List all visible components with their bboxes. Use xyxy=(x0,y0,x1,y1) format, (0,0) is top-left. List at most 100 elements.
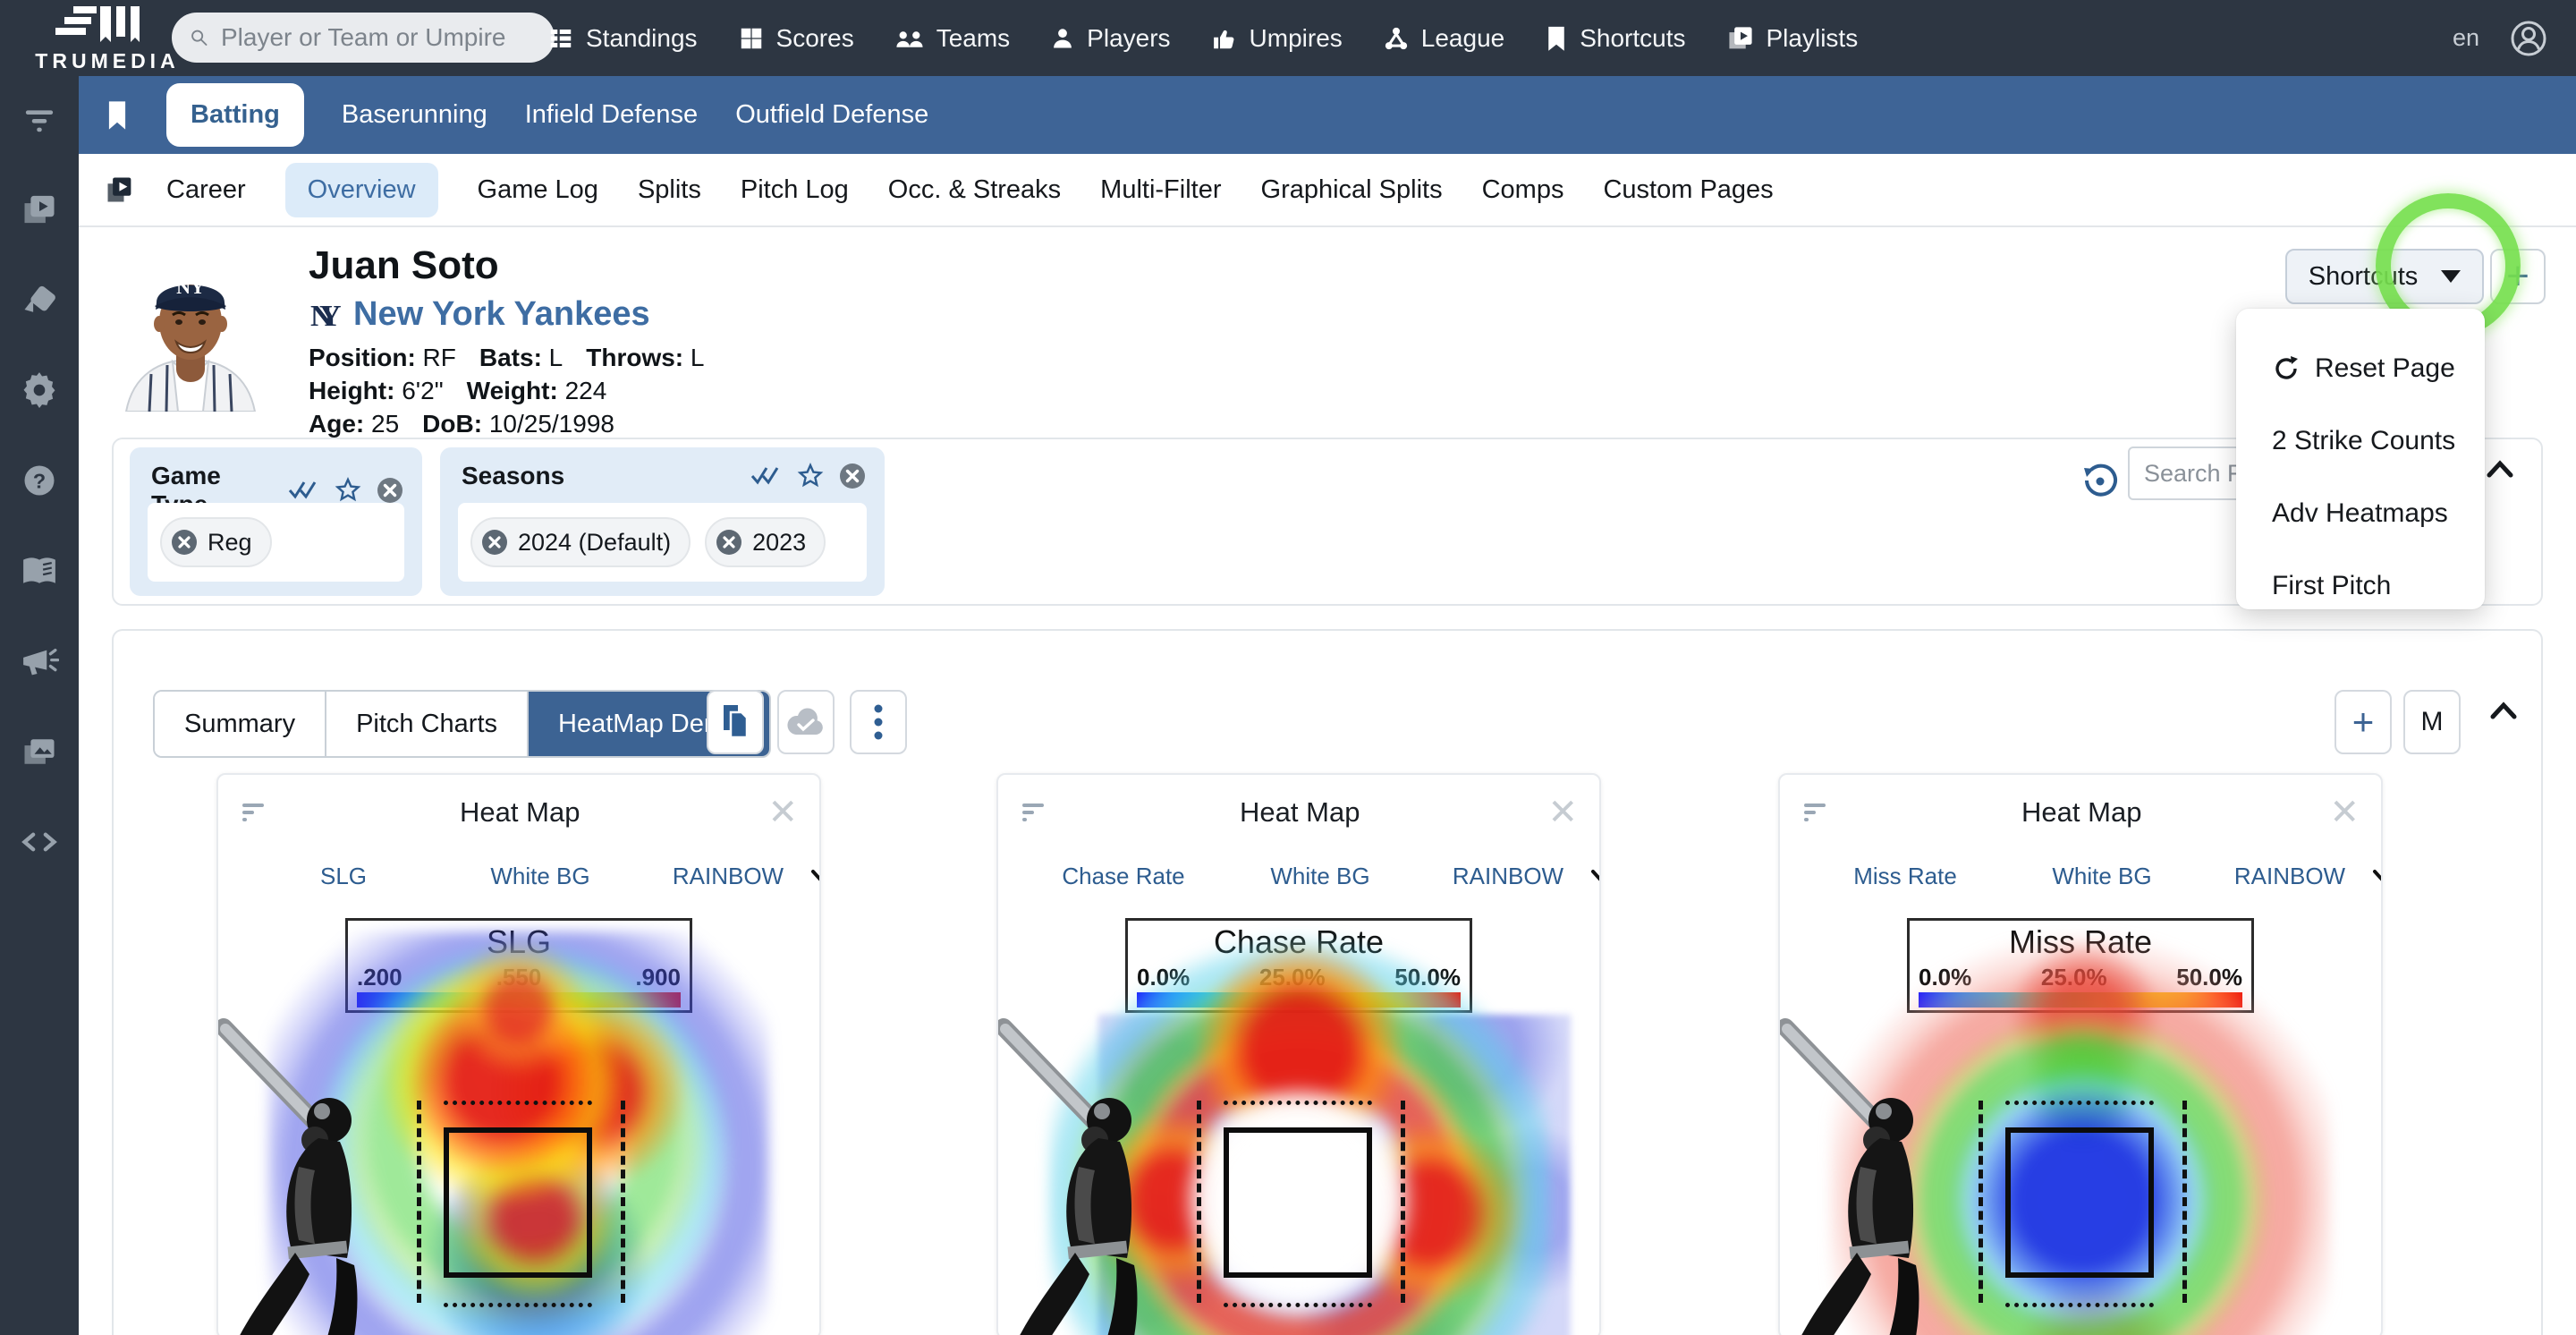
filter-chip[interactable]: 2024 (Default) xyxy=(470,517,691,567)
chip-remove-icon[interactable] xyxy=(170,528,199,557)
star-icon[interactable] xyxy=(797,463,824,489)
filter-chip[interactable]: Reg xyxy=(160,517,272,567)
pages-icon[interactable] xyxy=(104,174,136,206)
nav-label: Scores xyxy=(776,24,854,53)
player-headshot: NY xyxy=(110,247,271,412)
tab-custom-pages[interactable]: Custom Pages xyxy=(1603,175,1773,205)
tab-graphical-splits[interactable]: Graphical Splits xyxy=(1261,175,1443,205)
tab-pitch-log[interactable]: Pitch Log xyxy=(741,175,849,205)
filter-menu-icon[interactable] xyxy=(20,99,59,139)
trumedia-logo[interactable]: TRUMEDIA xyxy=(18,4,197,74)
palette-select[interactable]: RAINBOW xyxy=(1428,863,1589,890)
background-select[interactable]: White BG xyxy=(433,863,648,890)
tab-overview[interactable]: Overview xyxy=(285,163,438,217)
field-icon[interactable] xyxy=(20,280,59,319)
close-icon[interactable]: ✕ xyxy=(767,795,798,830)
bookmark-icon[interactable] xyxy=(106,100,129,131)
shadow-zone-right xyxy=(1401,1101,1405,1303)
shadow-zone-right xyxy=(2182,1101,2187,1303)
search-input[interactable] xyxy=(219,22,546,53)
settings-icon[interactable] xyxy=(20,370,59,410)
palette-select[interactable]: RAINBOW xyxy=(648,863,809,890)
remove-filter-icon[interactable] xyxy=(376,476,404,505)
tab-batting[interactable]: Batting xyxy=(166,83,304,147)
tab-outfield-defense[interactable]: Outfield Defense xyxy=(735,100,928,130)
nav-scores[interactable]: Scores xyxy=(738,24,854,53)
help-icon[interactable]: ? xyxy=(20,461,59,500)
palette-select[interactable]: RAINBOW xyxy=(2209,863,2370,890)
player-bio-line: Position: RFBats: LThrows: L xyxy=(309,344,728,372)
tab-occ-streaks[interactable]: Occ. & Streaks xyxy=(888,175,1061,205)
filter-history-icon[interactable] xyxy=(2080,461,2121,502)
collapse-report-icon[interactable] xyxy=(2486,697,2521,724)
chip-remove-icon[interactable] xyxy=(715,528,743,557)
nav-label: Players xyxy=(1087,24,1170,53)
collapse-filters-icon[interactable] xyxy=(2482,455,2518,482)
heatmap-card-chase-rate: Heat Map ✕ Chase Rate White BG RAINBOW C… xyxy=(996,773,1601,1335)
select-all-icon[interactable] xyxy=(750,464,783,488)
nav-league[interactable]: League xyxy=(1383,24,1504,53)
app-window: TRUMEDIA Standings Scores xyxy=(0,0,2576,1335)
cloud-saved-button[interactable] xyxy=(777,690,835,754)
video-playlists-icon[interactable] xyxy=(20,190,59,229)
nav-umpires[interactable]: Umpires xyxy=(1211,24,1343,53)
remove-filter-icon[interactable] xyxy=(838,462,867,490)
menu-item-2-strike-counts[interactable]: 2 Strike Counts xyxy=(2272,404,2485,477)
media-icon[interactable] xyxy=(20,732,59,771)
global-search[interactable] xyxy=(172,13,555,63)
language-label[interactable]: en xyxy=(2453,24,2479,52)
copy-page-button[interactable] xyxy=(707,690,764,754)
menu-item-reset-page[interactable]: Reset Page xyxy=(2272,332,2485,404)
background-select[interactable]: White BG xyxy=(1213,863,1428,890)
account-icon[interactable] xyxy=(2510,20,2547,57)
tab-infield-defense[interactable]: Infield Defense xyxy=(525,100,698,130)
tab-summary[interactable]: Summary xyxy=(155,692,326,756)
add-chart-button[interactable]: + xyxy=(2334,690,2392,754)
card-filter-icon[interactable] xyxy=(1801,798,1834,827)
tab-game-log[interactable]: Game Log xyxy=(478,175,598,205)
tab-comps[interactable]: Comps xyxy=(1482,175,1564,205)
tab-baserunning[interactable]: Baserunning xyxy=(342,100,487,130)
book-icon[interactable] xyxy=(20,551,59,591)
metric-select[interactable]: Miss Rate xyxy=(1816,863,1995,890)
chevron-down-icon[interactable] xyxy=(809,868,821,886)
background-select[interactable]: White BG xyxy=(1995,863,2209,890)
shadow-zone-top xyxy=(444,1101,592,1105)
tab-career[interactable]: Career xyxy=(166,175,246,205)
nav-players[interactable]: Players xyxy=(1050,24,1170,53)
player-bio-line: Age: 25DoB: 10/25/1998 xyxy=(309,410,638,438)
metric-select[interactable]: SLG xyxy=(254,863,433,890)
nav-shortcuts[interactable]: Shortcuts xyxy=(1545,24,1685,53)
shadow-zone-top xyxy=(1224,1101,1372,1105)
tab-multi-filter[interactable]: Multi-Filter xyxy=(1100,175,1221,205)
menu-item-adv-heatmaps[interactable]: Adv Heatmaps xyxy=(2272,477,2485,549)
metric-select[interactable]: Chase Rate xyxy=(1034,863,1213,890)
copy-icon xyxy=(718,703,752,741)
scores-icon xyxy=(738,25,765,52)
close-icon[interactable]: ✕ xyxy=(2329,795,2360,830)
announcements-icon[interactable] xyxy=(20,642,59,681)
chip-remove-icon[interactable] xyxy=(480,528,509,557)
filter-values: Reg xyxy=(148,503,404,582)
chevron-down-icon[interactable] xyxy=(1589,868,1601,886)
card-filter-icon[interactable] xyxy=(240,798,272,827)
player-team[interactable]: N Y New York Yankees xyxy=(309,295,650,334)
select-all-icon[interactable] xyxy=(288,479,320,502)
nav-teams[interactable]: Teams xyxy=(894,24,1010,53)
card-filter-icon[interactable] xyxy=(1020,798,1052,827)
tab-pitch-charts[interactable]: Pitch Charts xyxy=(326,692,529,756)
code-icon[interactable] xyxy=(20,822,59,862)
close-icon[interactable]: ✕ xyxy=(1547,795,1578,830)
chevron-down-icon[interactable] xyxy=(2370,868,2383,886)
shortcuts-button[interactable]: Shortcuts xyxy=(2285,249,2484,304)
more-options-button[interactable] xyxy=(850,690,907,754)
nav-playlists[interactable]: Playlists xyxy=(1726,24,1859,53)
monitor-button[interactable]: M xyxy=(2403,690,2461,754)
menu-item-first-pitch[interactable]: First Pitch xyxy=(2272,549,2485,622)
add-page-button[interactable]: + xyxy=(2490,249,2546,304)
filter-chip[interactable]: 2023 xyxy=(705,517,826,567)
star-icon[interactable] xyxy=(335,477,361,504)
shadow-zone-left xyxy=(417,1101,421,1303)
nav-standings[interactable]: Standings xyxy=(547,24,698,53)
tab-splits[interactable]: Splits xyxy=(638,175,701,205)
